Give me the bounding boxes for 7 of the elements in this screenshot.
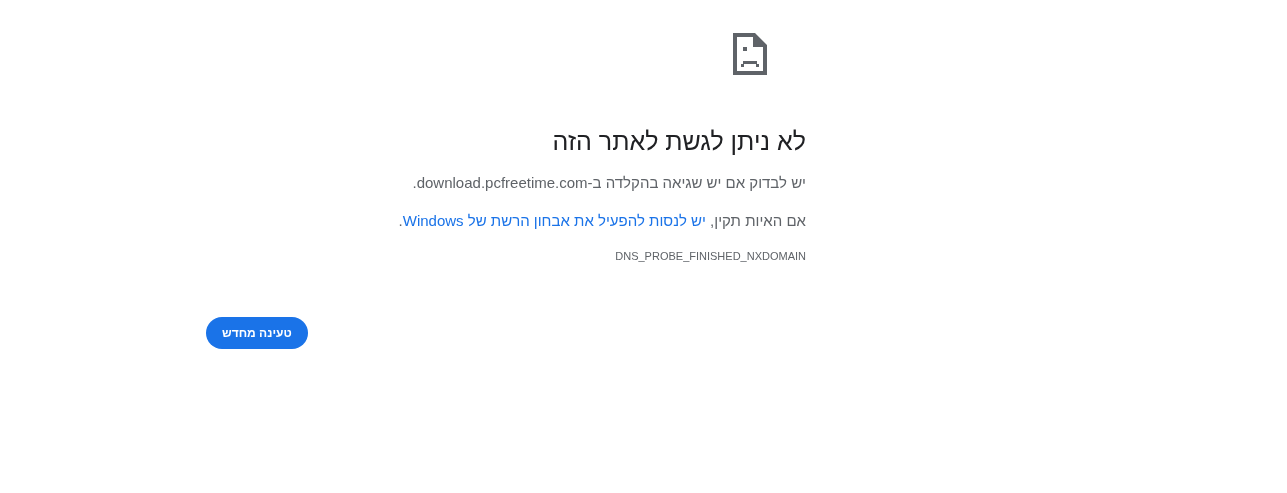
error-code: DNS_PROBE_FINISHED_NXDOMAIN [615, 250, 806, 262]
suggestion-text: אם האיות תקין, יש לנסות להפעיל את אבחון הרשת של Windows. [398, 211, 806, 231]
error-title: לא ניתן לגשת לאתר הזה [552, 126, 806, 157]
error-message: יש לבדוק אם יש שגיאה בהקלדה ב-download.pcfreetime.com. [412, 173, 806, 193]
reload-button[interactable]: טעינה מחדש [206, 317, 308, 349]
sad-page-icon [733, 33, 767, 75]
network-diagnostics-link[interactable]: יש לנסות להפעיל את אבחון הרשת של Windows [402, 212, 706, 229]
